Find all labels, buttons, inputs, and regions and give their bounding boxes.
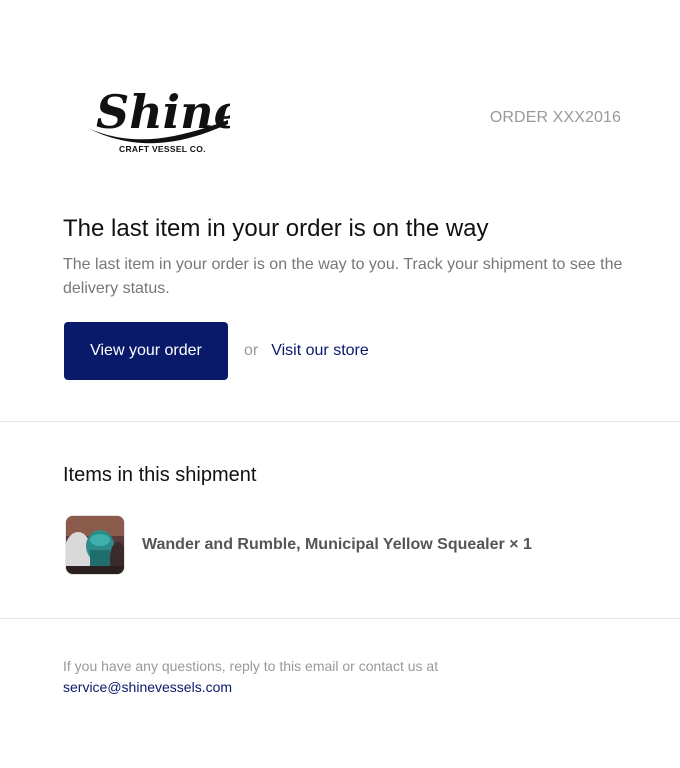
main-message: The last item in your order is on the wa… [63,213,623,380]
product-thumbnail [65,515,125,575]
logo-tagline: CRAFT VESSEL CO. [119,144,206,154]
list-item: Wander and Rumble, Municipal Yellow Sque… [63,515,623,575]
headline: The last item in your order is on the wa… [63,215,489,242]
body-text: The last item in your order is on the wa… [63,256,623,297]
email-header: Shine CRAFT VESSEL CO. ORDER XXX2016 [0,0,680,190]
logo-wordmark: Shine [96,85,230,139]
order-number: ORDER XXX2016 [489,109,621,126]
visit-store-link[interactable]: Visit our store [271,342,369,360]
shipment-title: Items in this shipment [63,464,257,486]
or-separator: or [244,342,259,359]
view-order-button[interactable]: View your order [64,322,228,380]
footer-text: If you have any questions, reply to this… [63,658,439,674]
item-title: Wander and Rumble, Municipal Yellow Sque… [142,536,532,553]
divider [0,618,680,619]
shine-logo[interactable]: Shine CRAFT VESSEL CO. [84,70,230,158]
divider [0,421,680,422]
support-email-link[interactable]: service@shinevessels.com [63,679,232,695]
shipment-section: Items in this shipment Wander and Rumble… [63,461,623,575]
footer: If you have any questions, reply to this… [63,656,623,698]
action-row: View your order or Visit our store [63,322,623,380]
